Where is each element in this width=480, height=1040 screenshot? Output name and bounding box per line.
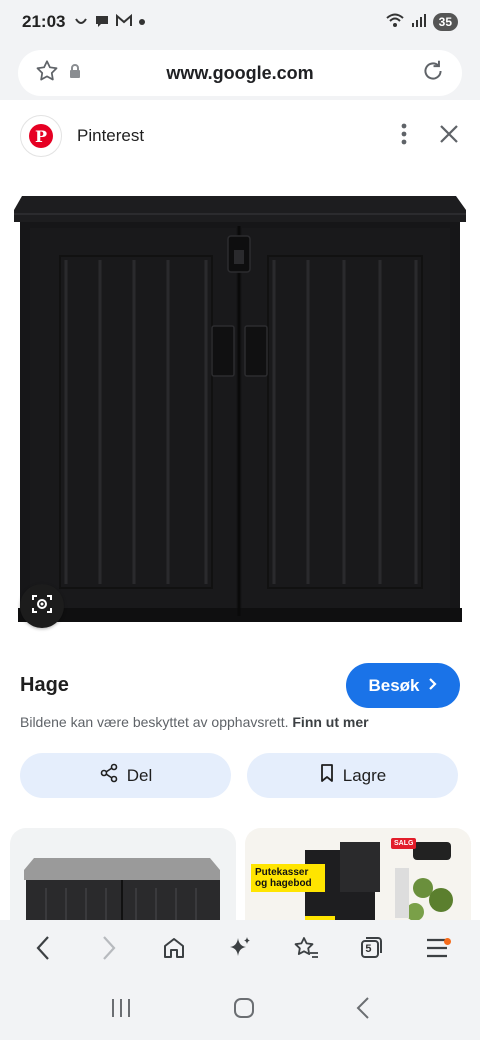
visit-label: Besøk [368,675,420,695]
home-button[interactable] [154,930,194,970]
menu-button[interactable] [417,930,457,970]
tabs-button[interactable]: 5 [351,930,391,970]
sparkle-icon [227,935,253,966]
promo-banner: Putekasser og hagebod [251,864,325,892]
smile-icon [73,13,89,32]
save-label: Lagre [342,765,387,785]
chat-bubble-icon [94,13,110,32]
system-home-icon[interactable] [232,996,256,1025]
share-button[interactable]: Del [20,753,231,798]
browser-address-area: www.google.com [0,44,480,100]
forward-arrow-icon [101,935,117,966]
save-button[interactable]: Lagre [247,753,458,798]
mail-icon [115,13,133,32]
back-button[interactable] [23,930,63,970]
sale-badge: SALG [391,838,417,849]
system-status-icons: 35 [385,12,458,33]
address-bar[interactable]: www.google.com [18,50,462,96]
related-card-image [24,858,220,920]
back-arrow-icon [35,935,51,966]
share-label: Del [126,765,153,785]
forward-button[interactable] [89,930,129,970]
status-time: 21:03 [22,12,66,31]
battery-indicator: 35 [432,13,458,31]
result-title: Hage [20,674,69,696]
star-list-icon [292,935,320,966]
bookmark-icon [319,763,335,788]
learn-more-link[interactable]: Finn ut mer [292,714,368,730]
url-text: www.google.com [166,62,314,83]
pinterest-logo[interactable]: P [20,115,62,157]
chevron-right-icon [428,676,438,696]
related-card[interactable] [10,828,236,920]
copyright-notice: Bildene kan være beskyttet av opphavsret… [20,714,369,730]
signal-icon [411,12,427,33]
bookmark-star-icon[interactable] [34,58,60,89]
storage-shed-image [14,196,466,622]
lens-search-button[interactable] [20,584,64,628]
tabs-count: 5 [365,943,372,955]
system-navigation-bar [0,980,480,1040]
visit-button[interactable]: Besøk [346,663,460,708]
source-actions [400,122,460,151]
more-options-icon[interactable] [400,122,408,151]
bookmarks-button[interactable] [286,930,326,970]
main-image[interactable] [0,176,480,642]
pinterest-logo-letter: P [29,124,53,148]
home-icon [161,935,187,966]
source-name[interactable]: Pinterest [77,126,144,146]
share-icon [99,763,119,788]
recent-apps-icon[interactable] [109,997,133,1024]
browser-toolbar: 5 [0,920,480,980]
status-bar: 21:03 35 [0,0,480,44]
related-card[interactable]: Putekasser og hagebod SALG [245,828,471,920]
source-header: P Pinterest [0,112,480,160]
notification-icons [73,13,146,32]
more-notifications-dot-icon [138,13,146,32]
reload-icon[interactable] [420,58,446,89]
system-back-icon[interactable] [355,996,371,1025]
wifi-icon [385,12,405,33]
notification-dot [444,938,452,945]
ai-assistant-button[interactable] [220,930,260,970]
related-results: Putekasser og hagebod SALG [0,828,480,920]
close-icon[interactable] [438,123,460,150]
lock-icon [68,63,82,84]
copyright-text: Bildene kan være beskyttet av opphavsret… [20,714,289,730]
lens-icon [30,592,54,621]
